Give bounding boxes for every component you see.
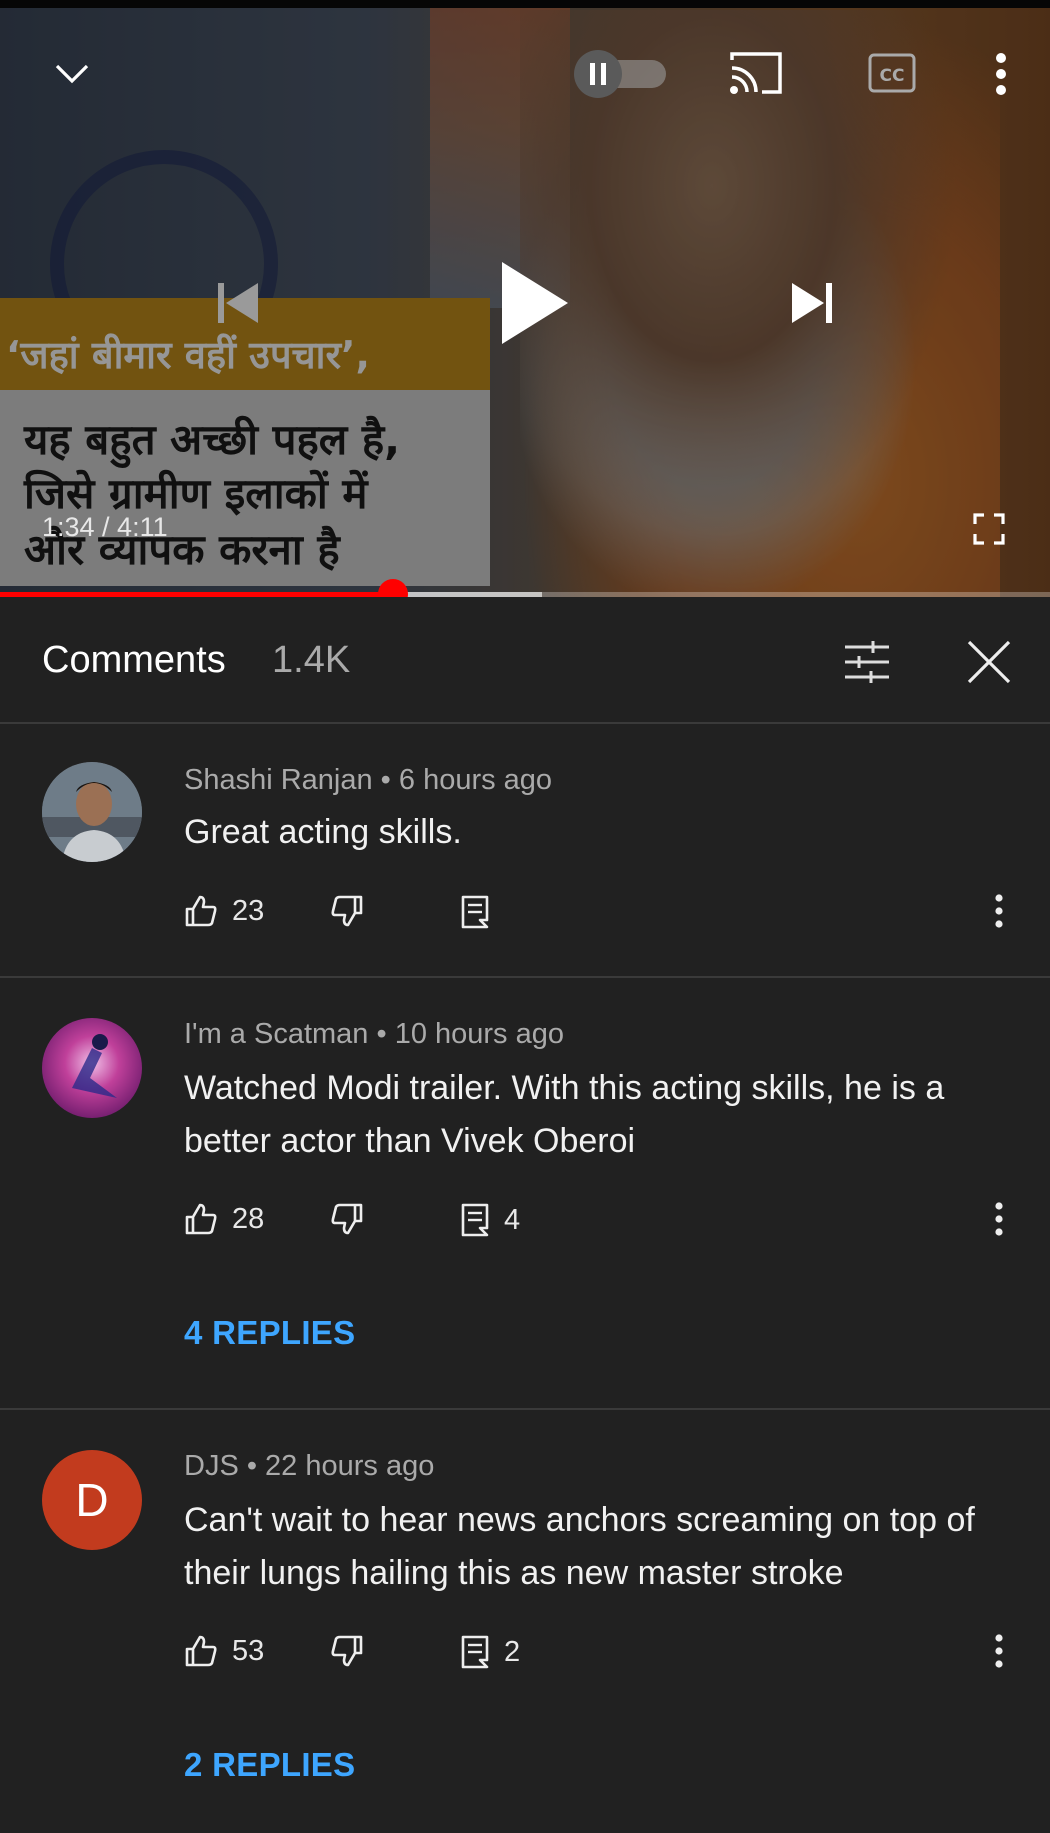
reply-count: 4	[504, 1203, 521, 1236]
play-button[interactable]	[496, 258, 572, 348]
like-button[interactable]: 28	[184, 1202, 264, 1236]
comment-meta: Shashi Ranjan • 6 hours ago	[184, 764, 553, 796]
reply-button[interactable]: 4	[460, 1202, 520, 1238]
reply-comment-icon	[461, 1203, 489, 1237]
avatar-photo	[42, 762, 142, 862]
thumbs-down-icon	[331, 1635, 363, 1667]
comments-title: Comments	[42, 639, 226, 681]
thumbs-up-icon	[185, 1203, 217, 1235]
more-vert-icon	[996, 53, 1006, 95]
pause-toggle-icon	[574, 50, 666, 98]
play-icon	[502, 262, 568, 344]
reply-count: 2	[504, 1635, 521, 1668]
more-vert-icon	[995, 1202, 1003, 1236]
playback-time: 1:34 / 4:11	[42, 512, 168, 542]
more-options-button[interactable]	[984, 50, 1018, 98]
view-replies-link[interactable]: 4 REPLIES	[184, 1314, 355, 1352]
dislike-button[interactable]	[330, 1202, 364, 1236]
reply-button[interactable]	[460, 894, 490, 930]
chevron-down-icon	[55, 64, 89, 84]
video-player[interactable]: ‘जहां बीमार वहीं उपचार’, यह बहुत अच्छी प…	[0, 0, 1050, 597]
close-comments-button[interactable]	[966, 639, 1012, 685]
minimize-button[interactable]	[48, 50, 96, 98]
fullscreen-icon	[973, 513, 1005, 545]
reply-comment-icon	[461, 895, 489, 929]
like-count: 28	[232, 1202, 265, 1235]
previous-button[interactable]	[212, 278, 264, 328]
comment-item: D DJS • 22 hours ago Can't wait to hear …	[0, 1410, 1050, 1833]
like-count: 53	[232, 1634, 265, 1667]
thumbs-down-icon	[331, 1203, 363, 1235]
comment-meta: DJS • 22 hours ago	[184, 1450, 435, 1482]
comment-more-button[interactable]	[994, 1202, 1004, 1236]
avatar[interactable]	[42, 1018, 142, 1118]
fullscreen-button[interactable]	[972, 512, 1006, 546]
comment-text: Great acting skills.	[184, 813, 462, 851]
reply-comment-icon	[461, 1635, 489, 1669]
next-icon	[792, 283, 832, 323]
reply-button[interactable]: 2	[460, 1634, 520, 1670]
avatar[interactable]: D	[42, 1450, 142, 1550]
svg-text:CC: CC	[880, 66, 905, 86]
comment-actions: 23	[184, 894, 1014, 934]
comment-meta: I'm a Scatman • 10 hours ago	[184, 1018, 565, 1050]
comment-text: Watched Modi trailer. With this acting s…	[184, 1069, 945, 1160]
comment-item: I'm a Scatman • 10 hours ago Watched Mod…	[0, 978, 1050, 1410]
comment-item: Shashi Ranjan • 6 hours ago Great acting…	[0, 724, 1050, 978]
cast-icon	[730, 52, 782, 94]
thumbs-up-icon	[185, 1635, 217, 1667]
avatar[interactable]	[42, 762, 142, 862]
view-replies-link[interactable]: 2 REPLIES	[184, 1746, 355, 1784]
next-button[interactable]	[786, 278, 838, 328]
avatar-photo	[42, 1018, 142, 1118]
like-count: 23	[232, 894, 265, 927]
like-button[interactable]: 53	[184, 1634, 264, 1668]
thumbs-up-icon	[185, 895, 217, 927]
sort-comments-button[interactable]	[842, 639, 892, 685]
comments-count: 1.4K	[272, 639, 351, 681]
comment-actions: 53 2	[184, 1634, 1014, 1674]
avatar-letter: D	[75, 1474, 109, 1526]
dislike-button[interactable]	[330, 894, 364, 928]
previous-icon	[218, 283, 258, 323]
comment-text: Can't wait to hear news anchors screamin…	[184, 1501, 975, 1592]
comment-actions: 28 4	[184, 1202, 1014, 1242]
captions-button[interactable]: CC	[868, 52, 916, 94]
close-icon	[967, 640, 1011, 684]
captions-icon: CC	[868, 53, 916, 93]
like-button[interactable]: 23	[184, 894, 264, 928]
thumbs-down-icon	[331, 895, 363, 927]
dislike-button[interactable]	[330, 1634, 364, 1668]
more-vert-icon	[995, 894, 1003, 928]
comment-more-button[interactable]	[994, 1634, 1004, 1668]
sort-filter-icon	[845, 641, 889, 683]
autoplay-toggle[interactable]	[574, 50, 668, 98]
comments-header: Comments 1.4K	[0, 597, 1050, 724]
more-vert-icon	[995, 1634, 1003, 1668]
comment-more-button[interactable]	[994, 894, 1004, 928]
cast-button[interactable]	[728, 50, 784, 96]
